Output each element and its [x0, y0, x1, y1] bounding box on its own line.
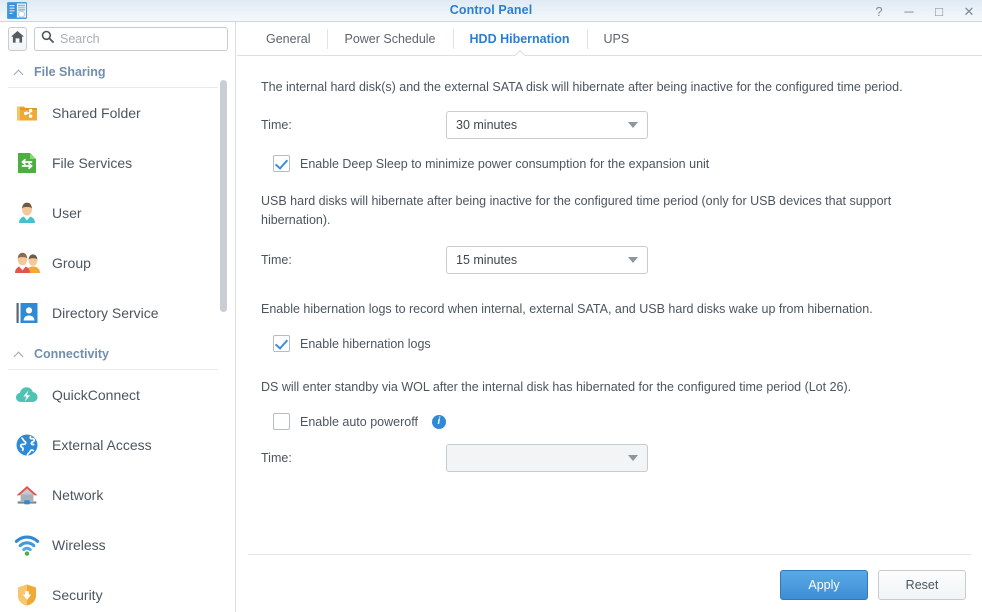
sidebar-item-network[interactable]: Network — [0, 470, 235, 520]
window-controls: ? ─ □ ✕ — [872, 0, 976, 22]
sidebar-item-label: Group — [52, 255, 91, 271]
sidebar-item-label: Wireless — [52, 537, 106, 553]
chevron-down-icon — [628, 257, 638, 263]
chevron-down-icon — [628, 455, 638, 461]
sidebar-item-external-access[interactable]: External Access — [0, 420, 235, 470]
usb-time-label: Time: — [261, 253, 292, 267]
deep-sleep-row: Enable Deep Sleep to minimize power cons… — [261, 155, 958, 172]
security-icon — [14, 582, 40, 608]
sidebar-group-file-sharing[interactable]: File Sharing — [0, 56, 235, 88]
sidebar-item-label: External Access — [52, 437, 152, 453]
tab-label: General — [266, 31, 311, 46]
sidebar-group-connectivity[interactable]: Connectivity — [0, 338, 235, 370]
sidebar-nav: File Sharing Shared Folder File Services… — [0, 56, 235, 612]
sidebar-item-file-services[interactable]: File Services — [0, 138, 235, 188]
search-box[interactable] — [34, 27, 228, 51]
deep-sleep-label: Enable Deep Sleep to minimize power cons… — [300, 156, 710, 171]
active-tab-indicator — [513, 49, 526, 56]
auto-poweroff-checkbox[interactable] — [273, 413, 290, 430]
chevron-up-icon — [14, 69, 25, 76]
chevron-down-icon — [628, 122, 638, 128]
internal-time-select[interactable]: 30 minutes — [446, 111, 648, 139]
tab-power-schedule[interactable]: Power Schedule — [327, 22, 452, 55]
maximize-button[interactable]: □ — [932, 5, 946, 18]
sidebar-toolbar — [0, 22, 235, 56]
internal-time-value: 30 minutes — [456, 118, 518, 132]
home-icon — [10, 30, 25, 49]
sidebar-group-label: File Sharing — [34, 65, 106, 79]
search-icon — [41, 30, 54, 48]
tab-bar: General Power Schedule HDD Hibernation U… — [237, 22, 982, 56]
tab-ups[interactable]: UPS — [586, 22, 647, 55]
usb-time-select[interactable]: 15 minutes — [446, 246, 648, 274]
chevron-up-icon — [14, 351, 25, 358]
hibernation-logs-checkbox[interactable] — [273, 335, 290, 352]
file-services-icon — [14, 150, 40, 176]
apply-button[interactable]: Apply — [780, 570, 868, 600]
usb-time-row: Time: 15 minutes — [261, 246, 958, 274]
sidebar-scrollbar[interactable] — [220, 80, 227, 312]
hibernation-logs-label: Enable hibernation logs — [300, 336, 431, 351]
search-input[interactable] — [60, 32, 221, 46]
reset-button-label: Reset — [905, 578, 939, 592]
sidebar-item-label: Shared Folder — [52, 105, 141, 121]
sidebar-item-shared-folder[interactable]: Shared Folder — [0, 88, 235, 138]
close-button[interactable]: ✕ — [962, 5, 976, 18]
hdd-hibernation-panel: The internal hard disk(s) and the extern… — [237, 56, 982, 612]
sidebar-group-label: Connectivity — [34, 347, 110, 361]
minimize-button[interactable]: ─ — [902, 5, 916, 18]
reset-button[interactable]: Reset — [878, 570, 966, 600]
quickconnect-icon — [14, 382, 40, 408]
auto-poweroff-label: Enable auto poweroff — [300, 414, 418, 429]
tab-label: UPS — [603, 31, 630, 46]
hibernation-logs-description: Enable hibernation logs to record when i… — [261, 302, 873, 316]
auto-poweroff-row: Enable auto poweroff i — [261, 413, 958, 430]
info-icon[interactable]: i — [431, 414, 446, 429]
sidebar-item-directory-service[interactable]: Directory Service — [0, 288, 235, 338]
auto-poweroff-time-select[interactable] — [446, 444, 648, 472]
sidebar-item-group[interactable]: Group — [0, 238, 235, 288]
internal-time-label: Time: — [261, 118, 292, 132]
auto-poweroff-time-row: Time: — [261, 444, 958, 472]
sidebar-item-label: Directory Service — [52, 305, 159, 321]
auto-poweroff-time-label: Time: — [261, 451, 292, 465]
tab-hdd-hibernation[interactable]: HDD Hibernation — [452, 22, 587, 56]
deep-sleep-checkbox[interactable] — [273, 155, 290, 172]
usb-time-value: 15 minutes — [456, 253, 518, 267]
tab-label: Power Schedule — [344, 31, 436, 46]
sidebar-item-label: User — [52, 205, 82, 221]
apply-button-label: Apply — [808, 578, 840, 592]
title-bar: Control Panel ? ─ □ ✕ — [0, 0, 982, 22]
wol-standby-description: DS will enter standby via WOL after the … — [261, 380, 852, 394]
network-icon — [14, 482, 40, 508]
internal-time-row: Time: 30 minutes — [261, 111, 958, 139]
footer-actions: Apply Reset — [780, 570, 966, 600]
usb-disk-description: USB hard disks will hibernate after bein… — [261, 194, 892, 227]
sidebar-item-label: Network — [52, 487, 104, 503]
help-button[interactable]: ? — [872, 5, 886, 18]
tab-general[interactable]: General — [249, 22, 327, 55]
sidebar-item-wireless[interactable]: Wireless — [0, 520, 235, 570]
group-icon — [14, 250, 40, 276]
control-panel-window: Control Panel ? ─ □ ✕ Search File Sharin… — [0, 0, 982, 612]
sidebar-item-label: QuickConnect — [52, 387, 140, 403]
sidebar-item-label: Security — [52, 587, 103, 603]
internal-disk-description: The internal hard disk(s) and the extern… — [261, 80, 903, 94]
content-area: General Power Schedule HDD Hibernation U… — [237, 22, 982, 612]
wireless-icon — [14, 532, 40, 558]
sidebar-item-security[interactable]: Security — [0, 570, 235, 612]
external-access-icon — [14, 432, 40, 458]
window-title: Control Panel — [449, 3, 533, 17]
sidebar-item-user[interactable]: User — [0, 188, 235, 238]
user-icon — [14, 200, 40, 226]
shared-folder-icon — [14, 100, 40, 126]
directory-service-icon — [14, 300, 40, 326]
sidebar-item-label: File Services — [52, 155, 133, 171]
sidebar-item-quickconnect[interactable]: QuickConnect — [0, 370, 235, 420]
sidebar: File Sharing — [0, 22, 236, 612]
home-button[interactable] — [8, 27, 27, 51]
tab-label: HDD Hibernation — [469, 31, 570, 46]
footer-divider — [248, 554, 971, 555]
hibernation-logs-row: Enable hibernation logs — [261, 335, 958, 352]
